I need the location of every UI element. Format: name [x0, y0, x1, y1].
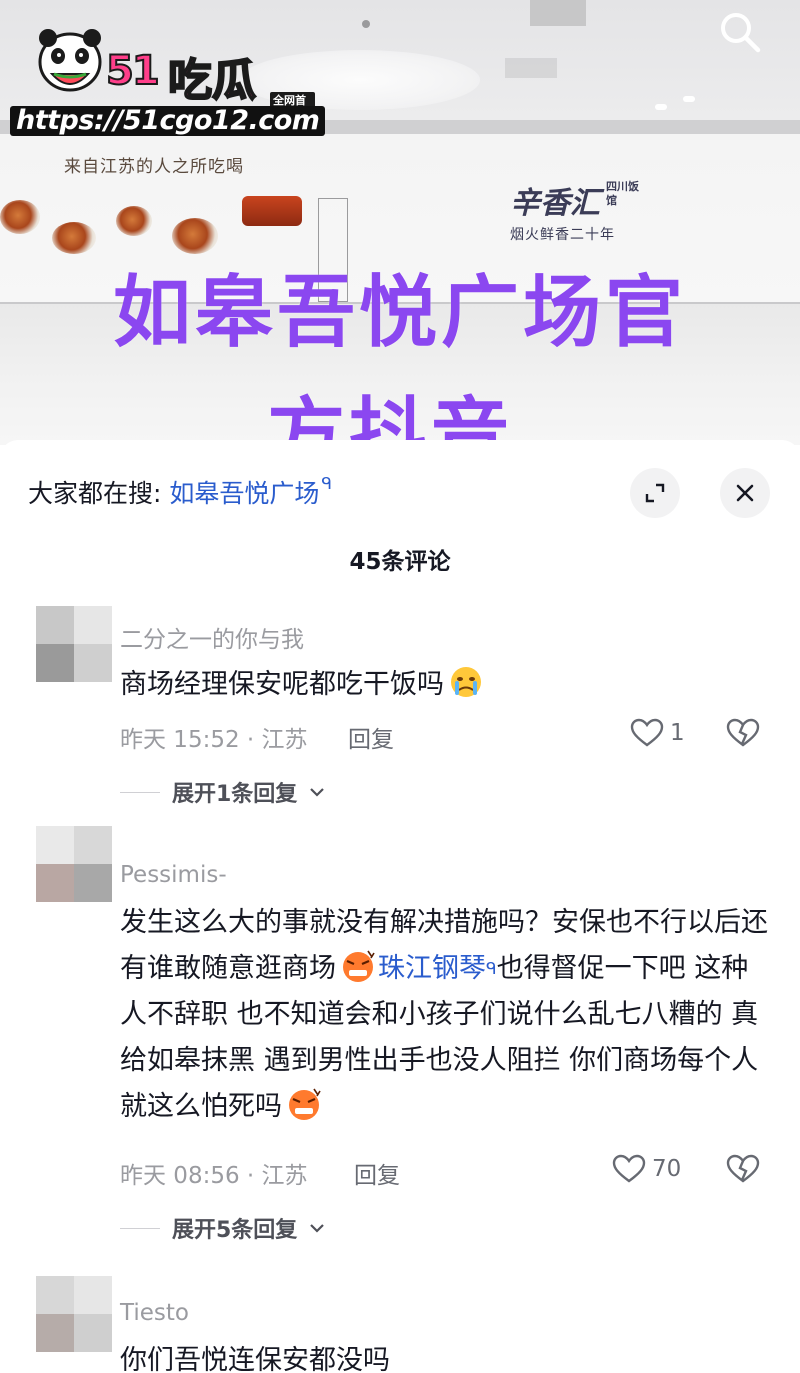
trending-label: 大家都在搜:	[28, 479, 170, 508]
food-photo	[116, 206, 152, 236]
comment-username[interactable]: Tiesto	[120, 1300, 189, 1326]
watermark-51: 51	[105, 47, 161, 95]
heart-icon	[612, 1154, 646, 1183]
crying-face-icon	[446, 665, 486, 699]
expand-icon	[645, 483, 665, 503]
overlay-title-line2: 方抖音	[266, 390, 513, 445]
expand-replies-label: 展开5条回复	[172, 1218, 298, 1243]
comment-meta: 昨天 08:56 · 江苏	[120, 1163, 308, 1189]
divider-line	[120, 1227, 160, 1229]
trending-keyword[interactable]: 如皋吾悦广场	[169, 479, 319, 508]
search-icon[interactable]	[716, 8, 764, 56]
comment-text: 你们吾悦连保安都没吗	[120, 1345, 390, 1373]
food-photo	[172, 218, 218, 254]
like-count: 1	[670, 720, 685, 746]
ceiling-dot	[655, 104, 667, 110]
angry-face-icon	[338, 949, 378, 983]
avatar[interactable]	[36, 1276, 112, 1352]
like-button[interactable]: 70	[612, 1154, 681, 1184]
avatar[interactable]	[36, 606, 112, 682]
overlay-title-line1: 如皋吾悦广场官	[112, 268, 687, 358]
broken-heart-icon	[726, 1154, 760, 1183]
comment-username[interactable]: 二分之一的你与我	[120, 620, 304, 654]
watermark-url: https://51cgo12.com	[10, 106, 326, 136]
reply-button[interactable]: 回复	[348, 720, 394, 754]
comment-keyword-link[interactable]: 珠江钢琴	[378, 953, 486, 984]
watermark-chigua: 吃瓜	[167, 54, 257, 107]
avatar[interactable]	[36, 826, 112, 902]
comment-meta: 昨天 15:52 · 江苏	[120, 727, 308, 753]
comment-text: 发生这么大的事就没有解决措施吗？安保也不行以后还有谁敢随意逛商场 珠江钢琴ᑫ也得…	[120, 900, 770, 1130]
close-icon	[736, 484, 754, 502]
comment-text: 商场经理保安呢都吃干饭吗	[120, 662, 770, 708]
food-photo	[0, 200, 40, 234]
expand-button[interactable]	[630, 468, 680, 518]
comment-username[interactable]: Pessimis-	[120, 862, 227, 888]
angry-face-icon	[284, 1087, 324, 1121]
watermark-logo: 51 吃瓜 全网首发 https://51cgo12.com	[10, 20, 326, 136]
like-count: 70	[652, 1156, 682, 1182]
trending-search-icon: ᑫ	[321, 474, 333, 494]
food-photo	[242, 196, 302, 226]
like-button[interactable]: 1	[630, 718, 685, 748]
ceiling-vent	[530, 0, 586, 26]
search-icon: ᑫ	[486, 959, 497, 979]
restaurant-sign: 辛香汇 四川饭馆 烟火鲜香二十年	[510, 178, 639, 244]
trending-search[interactable]: 大家都在搜: 如皋吾悦广场 ᑫ	[28, 474, 332, 510]
expand-replies-button[interactable]: 展开5条回复	[120, 1212, 325, 1244]
divider-line	[120, 791, 160, 793]
expand-replies-button[interactable]: 展开1条回复	[120, 776, 325, 808]
chevron-down-icon	[310, 1224, 325, 1233]
heart-icon	[630, 718, 664, 747]
comment-count: 45条评论	[349, 549, 451, 575]
dislike-button[interactable]	[726, 1154, 760, 1188]
close-button[interactable]	[720, 468, 770, 518]
wall-caption: 来自江苏的人之所吃喝	[64, 157, 244, 177]
ceiling-vent	[505, 58, 557, 78]
comment-text-content: 商场经理保安呢都吃干饭吗	[120, 669, 444, 700]
ceiling-dot	[683, 96, 695, 102]
expand-replies-label: 展开1条回复	[172, 782, 298, 807]
chevron-down-icon	[310, 788, 325, 797]
reply-button[interactable]: 回复	[354, 1156, 400, 1190]
comments-sheet: 大家都在搜: 如皋吾悦广场 ᑫ 45条评论 二分之一的你与我 商场经理保安呢都吃干…	[0, 440, 800, 1373]
ceiling-dot	[362, 20, 370, 28]
restaurant-side-label: 四川饭馆	[606, 180, 639, 207]
restaurant-name: 辛香汇	[510, 186, 600, 221]
dislike-button[interactable]	[726, 718, 760, 752]
video-player[interactable]: 来自江苏的人之所吃喝 辛香汇 四川饭馆 烟火鲜香二十年 如皋吾悦广场官 方抖音	[0, 0, 800, 445]
panda-mascot-icon	[36, 24, 104, 94]
restaurant-slogan: 烟火鲜香二十年	[510, 227, 615, 243]
broken-heart-icon	[726, 718, 760, 747]
